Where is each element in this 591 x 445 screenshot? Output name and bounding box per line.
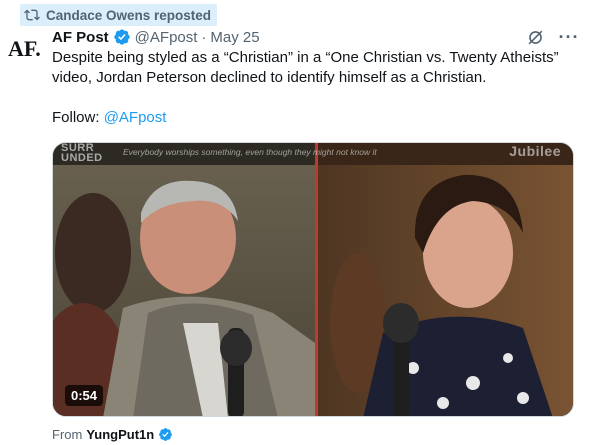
video-player[interactable]: SURR UNDED Everybody worships something,… <box>52 142 574 417</box>
separator-dot: · <box>201 28 207 46</box>
video-caption: Everybody worships something, even thoug… <box>123 147 377 157</box>
avatar[interactable]: AF. <box>8 36 48 61</box>
author-handle[interactable]: @AFpost <box>135 29 198 46</box>
repost-icon <box>24 7 40 23</box>
repost-banner[interactable]: Candace Owens reposted <box>20 4 218 26</box>
from-user-link[interactable]: YungPut1n <box>86 427 154 442</box>
video-duration-badge: 0:54 <box>65 385 104 406</box>
from-label: From <box>52 426 83 442</box>
video-frame-image <box>53 143 573 416</box>
tweet-header: AF Post @AFpost · May 25 ··· <box>52 26 579 48</box>
follow-link[interactable]: @AFpost <box>104 109 167 126</box>
verified-badge-icon <box>113 28 131 46</box>
author-name[interactable]: AF Post <box>52 29 109 46</box>
follow-label: Follow: <box>52 109 104 126</box>
from-attribution: From YungPut1n <box>52 424 173 444</box>
follow-line: Follow: @AFpost <box>52 108 166 128</box>
verified-badge-icon <box>158 427 173 442</box>
repost-label: Candace Owens reposted <box>46 7 212 23</box>
grok-icon[interactable] <box>525 27 545 47</box>
video-brand-left: SURR UNDED <box>61 142 103 164</box>
video-brand-right: Jubilee <box>509 143 561 159</box>
post-date[interactable]: May 25 <box>210 29 259 46</box>
tweet-text: Despite being styled as a “Christian” in… <box>52 49 559 86</box>
more-options-icon[interactable]: ··· <box>559 27 579 47</box>
